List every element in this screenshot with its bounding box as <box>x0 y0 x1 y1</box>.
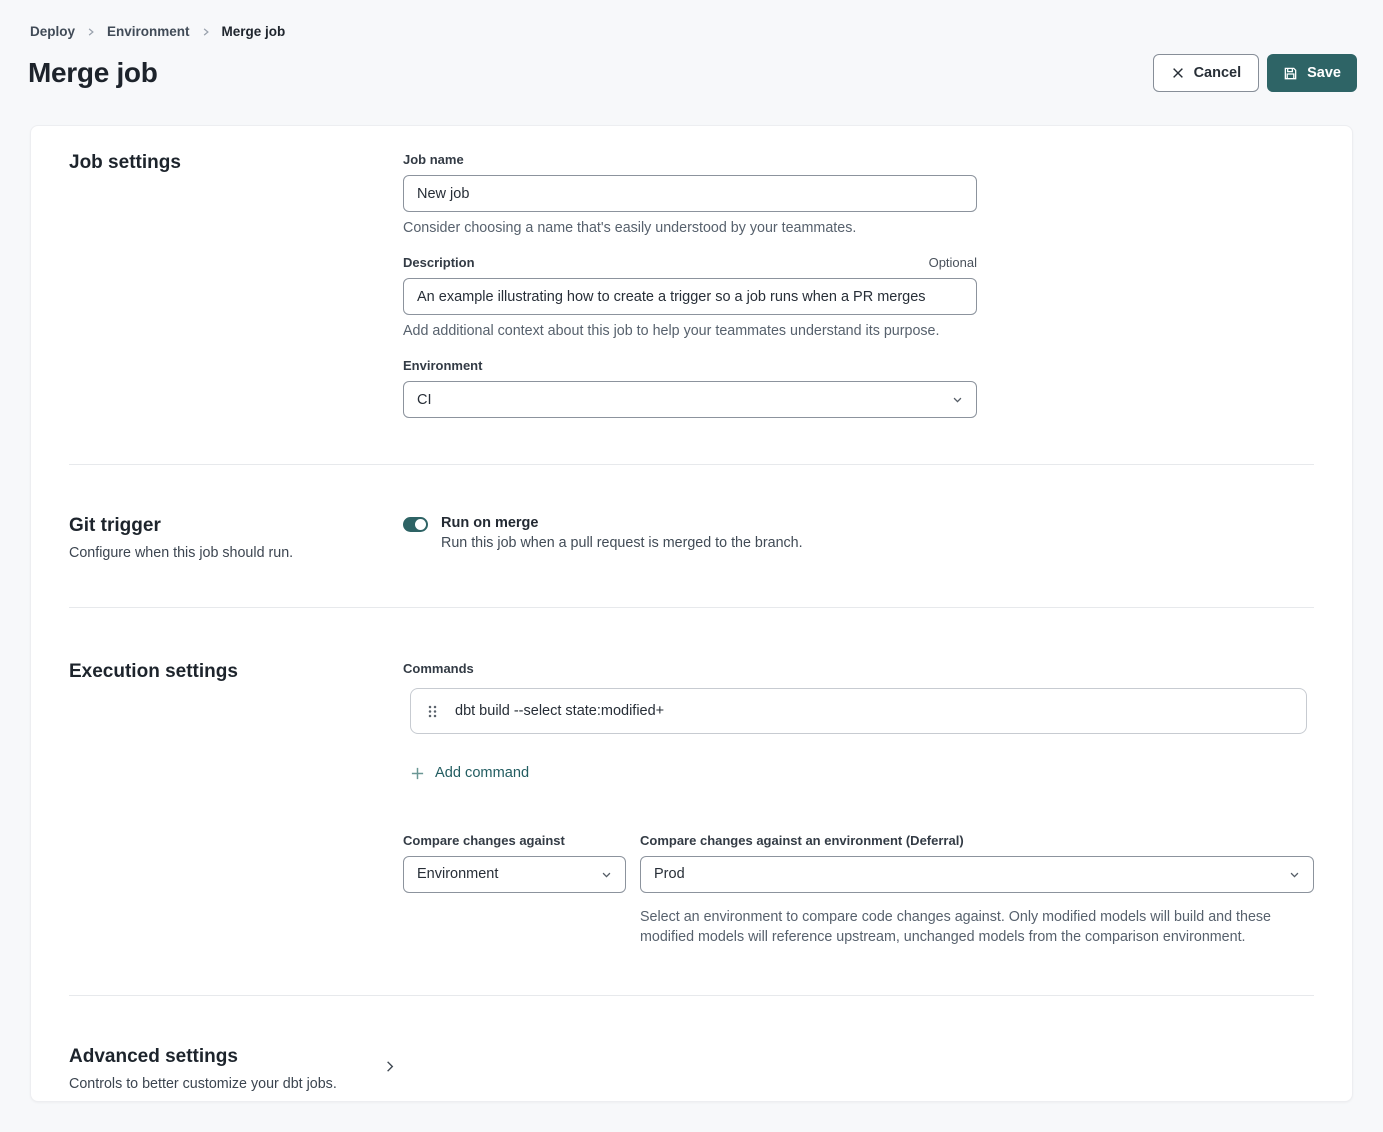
breadcrumb: Deploy Environment Merge job <box>0 0 1383 39</box>
advanced-settings-subtext: Controls to better customize your dbt jo… <box>69 1076 361 1092</box>
close-icon <box>1171 66 1185 80</box>
deferral-helper: Select an environment to compare code ch… <box>640 907 1300 947</box>
deferral-field: Compare changes against an environment (… <box>640 833 1314 947</box>
section-git-trigger: Git trigger Configure when this job shou… <box>69 465 1314 607</box>
description-optional-badge: Optional <box>929 255 977 270</box>
environment-field: Environment CI <box>403 358 977 418</box>
git-trigger-subtext: Configure when this job should run. <box>69 545 403 561</box>
deferral-label: Compare changes against an environment (… <box>640 833 964 848</box>
breadcrumb-environment[interactable]: Environment <box>107 24 190 39</box>
job-settings-heading: Job settings <box>69 152 403 174</box>
breadcrumb-deploy[interactable]: Deploy <box>30 24 75 39</box>
chevron-down-icon <box>601 869 612 880</box>
compare-row: Compare changes against Environment Comp… <box>403 833 1314 947</box>
command-text[interactable]: dbt build --select state:modified+ <box>455 703 664 719</box>
cancel-button-label: Cancel <box>1194 65 1242 81</box>
breadcrumb-current-merge-job: Merge job <box>222 24 286 39</box>
drag-handle-icon[interactable] <box>428 705 437 718</box>
description-field: Description Optional Add additional cont… <box>403 255 977 339</box>
save-button[interactable]: Save <box>1267 54 1357 92</box>
expand-advanced-chevron-right-icon[interactable] <box>382 1059 397 1074</box>
run-on-merge-toggle[interactable] <box>403 517 428 532</box>
run-on-merge-label: Run on merge <box>441 515 803 531</box>
description-helper: Add additional context about this job to… <box>403 323 977 339</box>
execution-settings-heading: Execution settings <box>69 661 403 683</box>
header-actions: Cancel Save <box>1153 54 1357 92</box>
cancel-button[interactable]: Cancel <box>1153 54 1260 92</box>
job-name-label: Job name <box>403 152 464 167</box>
run-on-merge-description: Run this job when a pull request is merg… <box>441 535 803 551</box>
description-input[interactable] <box>403 278 977 315</box>
compare-against-select[interactable]: Environment <box>403 856 626 893</box>
save-icon <box>1283 66 1298 81</box>
job-settings-card: Job settings Job name Consider choosing … <box>30 125 1353 1102</box>
toggle-knob <box>415 519 426 530</box>
command-row[interactable]: dbt build --select state:modified+ <box>410 688 1307 734</box>
chevron-down-icon <box>1289 869 1300 880</box>
job-name-helper: Consider choosing a name that's easily u… <box>403 220 977 236</box>
commands-label: Commands <box>403 661 1314 676</box>
deferral-select-value: Prod <box>654 866 685 882</box>
environment-select[interactable]: CI <box>403 381 977 418</box>
run-on-merge-row: Run on merge Run this job when a pull re… <box>403 515 1314 551</box>
deferral-select[interactable]: Prod <box>640 856 1314 893</box>
section-job-settings: Job settings Job name Consider choosing … <box>69 126 1314 464</box>
compare-against-field: Compare changes against Environment <box>403 833 626 947</box>
section-execution-settings: Execution settings Commands dbt build --… <box>69 608 1314 995</box>
advanced-settings-heading: Advanced settings <box>69 1046 361 1068</box>
environment-label: Environment <box>403 358 482 373</box>
add-command-label: Add command <box>435 765 529 781</box>
compare-against-select-value: Environment <box>417 866 498 882</box>
environment-select-value: CI <box>417 392 432 408</box>
git-trigger-heading: Git trigger <box>69 515 403 537</box>
save-button-label: Save <box>1307 65 1341 81</box>
page-header: Merge job Cancel Save <box>0 54 1383 92</box>
job-name-input[interactable] <box>403 175 977 212</box>
description-label: Description <box>403 255 475 270</box>
add-command-button[interactable]: Add command <box>410 765 529 781</box>
job-name-field: Job name Consider choosing a name that's… <box>403 152 977 236</box>
chevron-down-icon <box>952 394 963 405</box>
section-advanced-settings: Advanced settings Controls to better cus… <box>69 996 1314 1092</box>
plus-icon <box>410 766 425 781</box>
chevron-right-icon <box>201 27 211 37</box>
compare-against-label: Compare changes against <box>403 833 565 848</box>
chevron-right-icon <box>86 27 96 37</box>
page-title: Merge job <box>28 57 158 89</box>
